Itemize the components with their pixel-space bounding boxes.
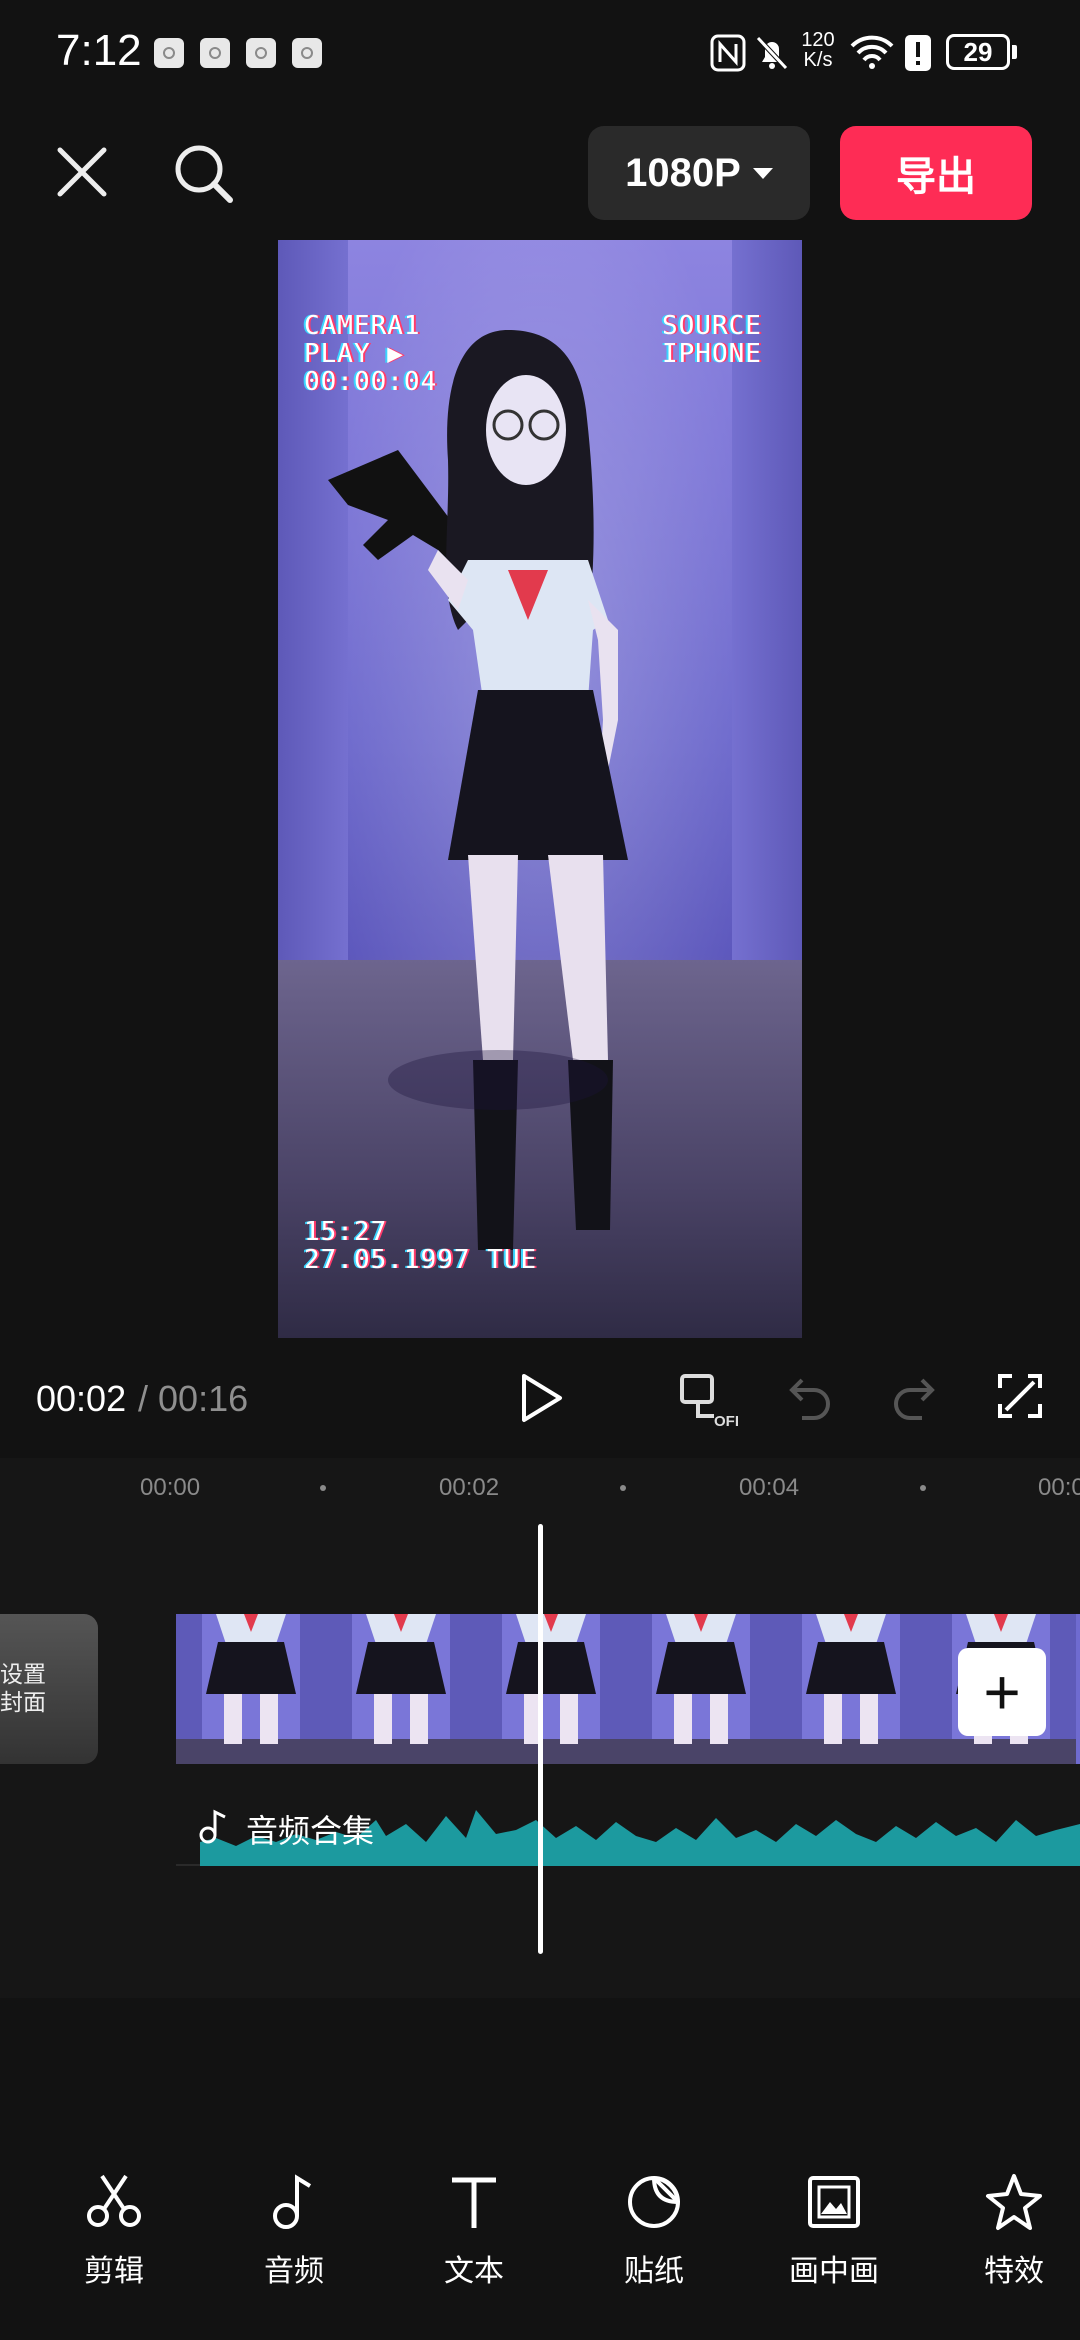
cover-label-line: 封面 — [0, 1689, 46, 1715]
play-icon[interactable] — [518, 1372, 566, 1424]
status-time: 7:12 — [56, 26, 142, 75]
effects-star-icon — [986, 2174, 1042, 2230]
tool-label: 特效 — [984, 2255, 1044, 2288]
vhs-text: 27.05.1997 TUE — [304, 1245, 538, 1275]
vhs-text: CAMERA1 — [304, 311, 421, 341]
alert-icon — [905, 35, 931, 71]
character-figure — [328, 330, 628, 1250]
ruler-tick: 00:00 — [140, 1474, 201, 1501]
text-icon — [452, 2177, 496, 2228]
playhead[interactable] — [538, 1524, 543, 1954]
ruler-tick: 00:04 — [739, 1474, 800, 1501]
vhs-overlay-source: SOURCE IPHONE — [662, 312, 762, 368]
resolution-label: 1080P — [625, 150, 741, 195]
cover-label-line: 设置 — [0, 1661, 46, 1687]
notification-icon — [200, 38, 230, 68]
total-time-value: 00:16 — [158, 1378, 249, 1419]
nfc-icon — [710, 34, 746, 72]
tool-text[interactable]: 文本 — [404, 2172, 544, 2312]
vhs-overlay-date: 15:27 27.05.1997 TUE — [304, 1218, 537, 1274]
export-label: 导出 — [896, 155, 976, 199]
search-icon[interactable] — [172, 142, 236, 206]
scissors-icon — [87, 2174, 141, 2227]
tool-label: 贴纸 — [624, 2255, 684, 2288]
audio-track-label: 音频合集 — [246, 1813, 375, 1849]
tool-label: 剪辑 — [84, 2255, 144, 2288]
notification-icon — [292, 38, 322, 68]
net-speed-unit: K/s — [803, 49, 833, 71]
total-time: / 00:16 — [138, 1378, 248, 1420]
video-track[interactable] — [176, 1614, 1080, 1764]
tool-sticker[interactable]: 贴纸 — [584, 2172, 724, 2312]
ruler-dot — [620, 1485, 626, 1491]
video-thumbnails — [176, 1614, 1076, 1764]
resolution-dropdown[interactable]: 1080P — [588, 126, 810, 220]
vhs-text: IPHONE — [662, 339, 762, 369]
battery-level: 29 — [963, 36, 993, 67]
ruler-tick: 00:0 — [1038, 1474, 1080, 1501]
tool-label: 音频 — [264, 2255, 324, 2288]
tool-audio[interactable]: 音频 — [224, 2172, 364, 2312]
tool-label: 画中画 — [789, 2255, 879, 2288]
net-speed: 120 K/s — [800, 30, 836, 70]
time-separator: / — [138, 1378, 149, 1419]
keyframe-off-icon[interactable]: OFF — [678, 1372, 738, 1428]
notification-icon — [246, 38, 276, 68]
close-icon[interactable] — [56, 146, 108, 198]
add-clip-button[interactable]: + — [958, 1648, 1046, 1736]
chevron-down-icon — [752, 167, 773, 179]
music-note-icon — [273, 2174, 312, 2229]
ruler-dot — [320, 1485, 326, 1491]
undo-icon[interactable] — [788, 1376, 832, 1420]
vhs-text: SOURCE — [662, 311, 762, 341]
sticker-icon — [628, 2175, 681, 2228]
music-note-icon — [199, 1809, 226, 1844]
export-button[interactable]: 导出 — [840, 126, 1032, 220]
status-bar: 7:12 120 K/s 29 — [0, 0, 1080, 110]
vhs-text: 15:27 — [304, 1217, 388, 1247]
set-cover-label: 设置 封面 — [0, 1660, 60, 1716]
vhs-text: 00:00:04 — [304, 367, 438, 397]
ruler-dot — [920, 1485, 926, 1491]
tool-effects[interactable]: 特效 — [944, 2172, 1080, 2312]
tool-label: 文本 — [444, 2255, 504, 2288]
tool-edit[interactable]: 剪辑 — [44, 2172, 184, 2312]
current-time: 00:02 — [36, 1378, 127, 1419]
wifi-icon — [850, 35, 894, 69]
notification-icon — [154, 38, 184, 68]
net-speed-value: 120 — [801, 29, 835, 51]
vhs-overlay-camera: CAMERA1 PLAY ▶ 00:00:04 — [304, 312, 437, 396]
redo-icon[interactable] — [892, 1376, 936, 1420]
mute-bell-icon — [756, 36, 788, 70]
ruler-tick: 00:02 — [439, 1474, 500, 1501]
video-preview[interactable]: CAMERA1 PLAY ▶ 00:00:04 SOURCE IPHONE 15… — [278, 240, 802, 1338]
vhs-text: PLAY ▶ — [304, 339, 404, 369]
tool-pip[interactable]: 画中画 — [764, 2172, 904, 2312]
battery-icon: 29 — [946, 34, 1010, 70]
picture-in-picture-icon — [808, 2176, 860, 2228]
battery-tip — [1012, 45, 1017, 59]
fullscreen-icon[interactable] — [996, 1372, 1044, 1420]
svg-text:OFF: OFF — [714, 1413, 738, 1428]
